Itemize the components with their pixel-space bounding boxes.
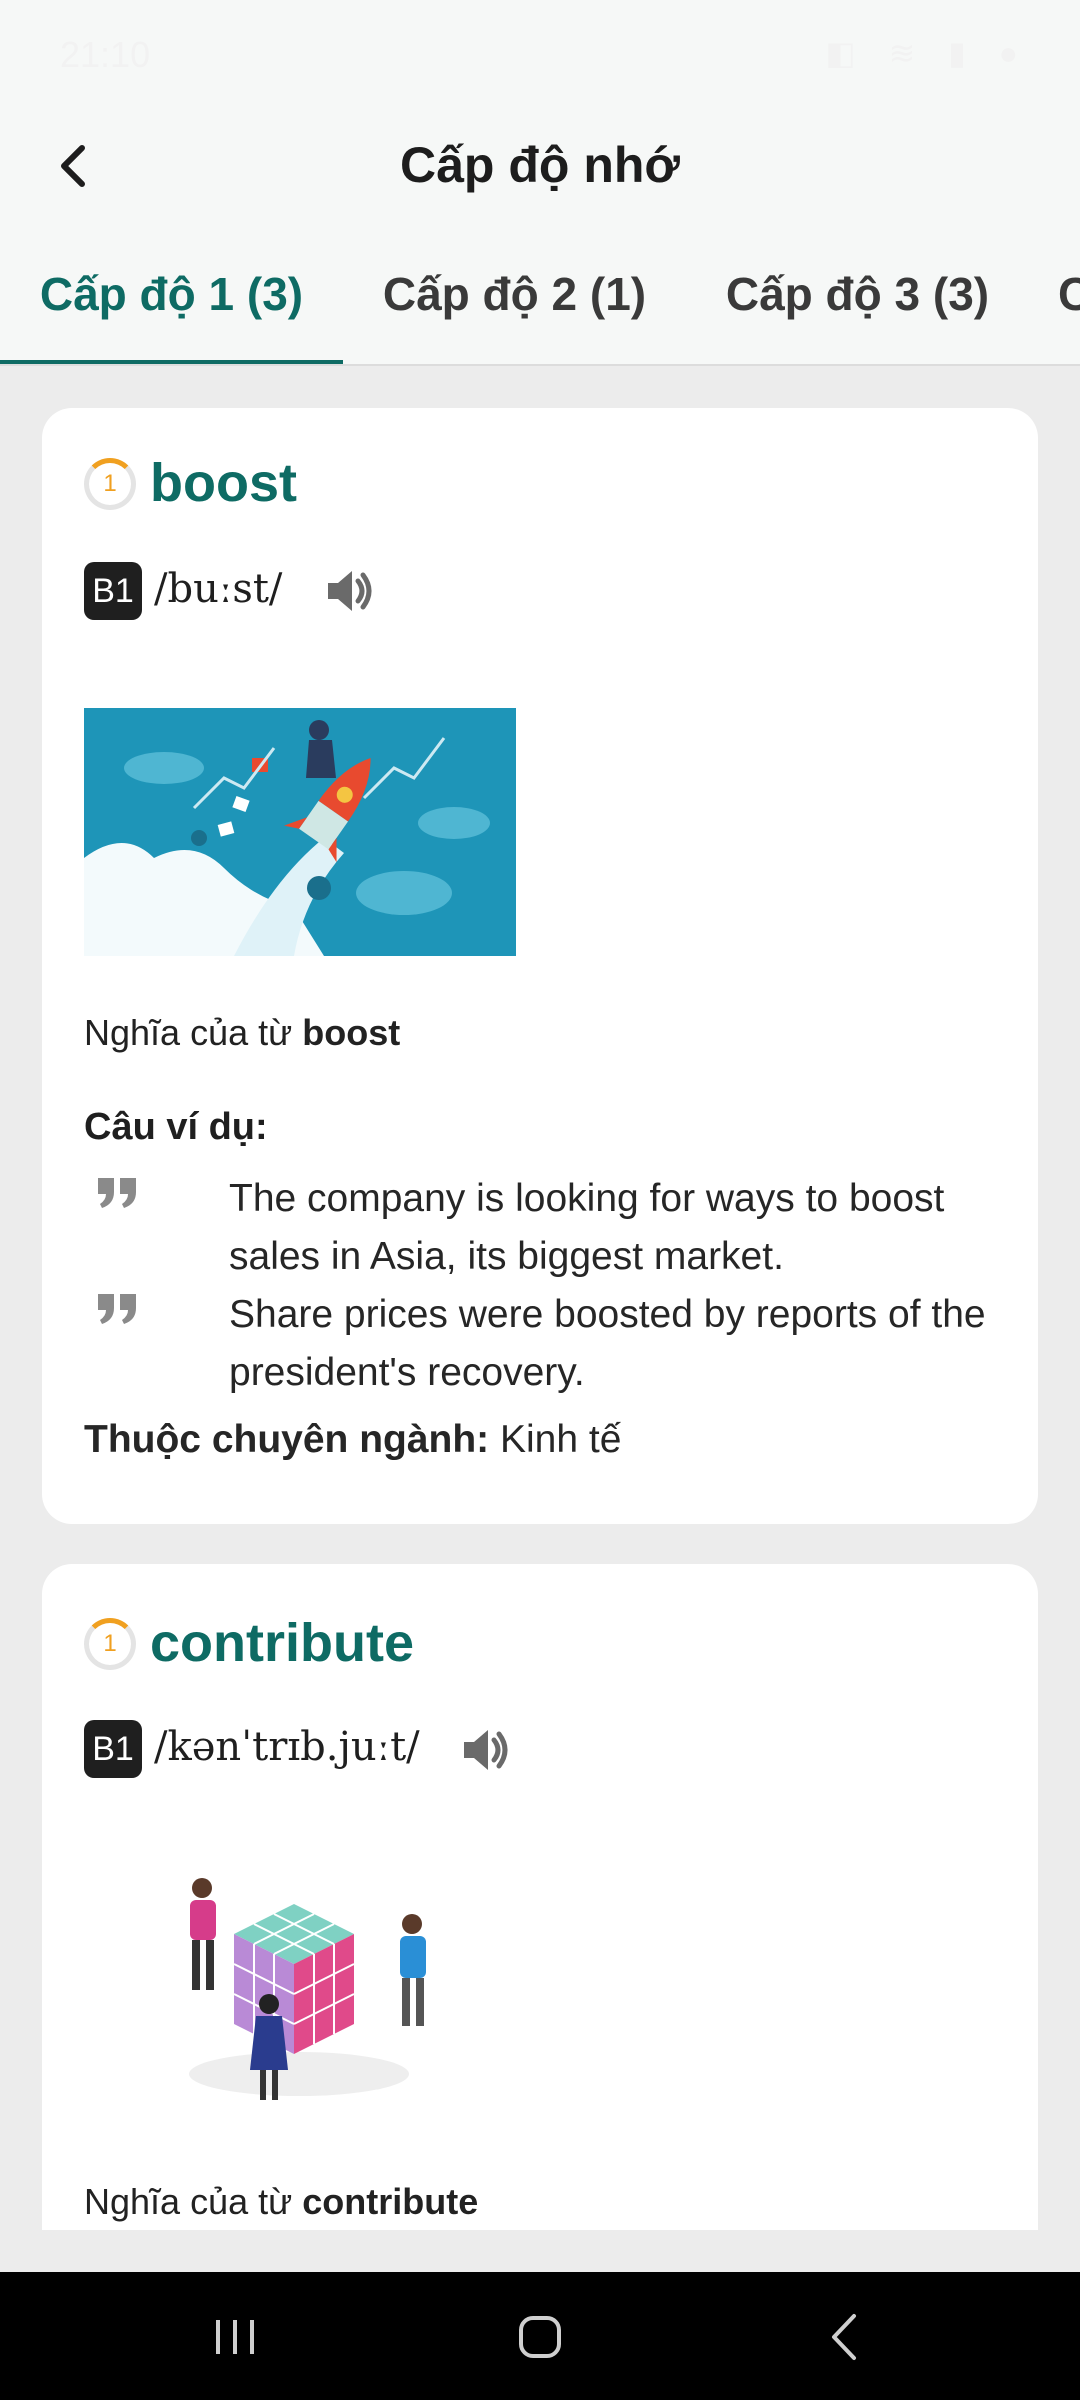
examples-title: Câu ví dụ: xyxy=(84,1106,268,1148)
word-title: boost xyxy=(150,453,297,513)
status-icons: ◧ ≋ ▮ ● xyxy=(825,35,1030,71)
recents-icon[interactable] xyxy=(200,2302,270,2372)
system-nav-bar xyxy=(0,2272,1080,2400)
tab-level-3[interactable]: Cấp độ 3 (3) xyxy=(686,222,1029,364)
quote-icon xyxy=(98,1178,136,1208)
word-list[interactable]: 1 boost B1 /buːst/ Nghĩa của từ boost Câ… xyxy=(0,368,1080,2230)
cefr-badge: B1 xyxy=(84,562,142,620)
word-card-contribute: 1 contribute B1 /kənˈtrɪb.juːt/ Nghĩa củ… xyxy=(42,1564,1038,2230)
tab-level-4[interactable]: C xyxy=(1058,222,1080,364)
speaker-icon[interactable] xyxy=(456,1722,512,1778)
ipa-text: /kənˈtrɪb.juːt/ xyxy=(154,1724,420,1770)
tab-level-1[interactable]: Cấp độ 1 (3) xyxy=(0,222,343,364)
word-illustration xyxy=(84,1864,516,2134)
word-title: contribute xyxy=(150,1613,414,1673)
quote-icon xyxy=(98,1294,136,1324)
tab-active-indicator xyxy=(0,360,343,364)
tab-bar: Cấp độ 1 (3) Cấp độ 2 (1) Cấp độ 3 (3) C xyxy=(0,222,1080,366)
speaker-icon[interactable] xyxy=(320,563,376,619)
meaning-prefix: Nghĩa của từ xyxy=(84,1012,303,1053)
meaning-text: Nghĩa của từ contribute xyxy=(84,2181,478,2223)
meaning-word: contribute xyxy=(302,2181,479,2222)
example-text: Share prices were boosted by reports of … xyxy=(229,1293,986,1394)
field-of-study: Thuộc chuyên ngành: Kinh tế xyxy=(84,1418,621,1462)
cefr-badge: B1 xyxy=(84,1720,142,1778)
home-icon[interactable] xyxy=(505,2302,575,2372)
example-text: The company is looking for ways to boost… xyxy=(229,1177,945,1278)
status-time: 21:10 xyxy=(60,34,151,75)
meaning-text: Nghĩa của từ boost xyxy=(84,1012,400,1054)
page-title: Cấp độ nhớ xyxy=(400,137,680,193)
tab-level-2[interactable]: Cấp độ 2 (1) xyxy=(343,222,686,364)
status-bar: 21:10 ◧ ≋ ▮ ● xyxy=(0,0,1080,110)
memory-level-indicator: 1 xyxy=(84,1618,136,1670)
word-card-boost: 1 boost B1 /buːst/ Nghĩa của từ boost Câ… xyxy=(42,408,1038,1524)
meaning-prefix: Nghĩa của từ xyxy=(84,2181,303,2222)
ipa-text: /buːst/ xyxy=(154,566,283,612)
field-label: Thuộc chuyên ngành: xyxy=(84,1418,490,1461)
app-header: Cấp độ nhớ xyxy=(0,110,1080,222)
meaning-word: boost xyxy=(302,1012,401,1053)
word-illustration xyxy=(84,708,516,956)
field-value: Kinh tế xyxy=(489,1418,622,1461)
memory-level-indicator: 1 xyxy=(84,458,136,510)
nav-back-icon[interactable] xyxy=(810,2302,880,2372)
